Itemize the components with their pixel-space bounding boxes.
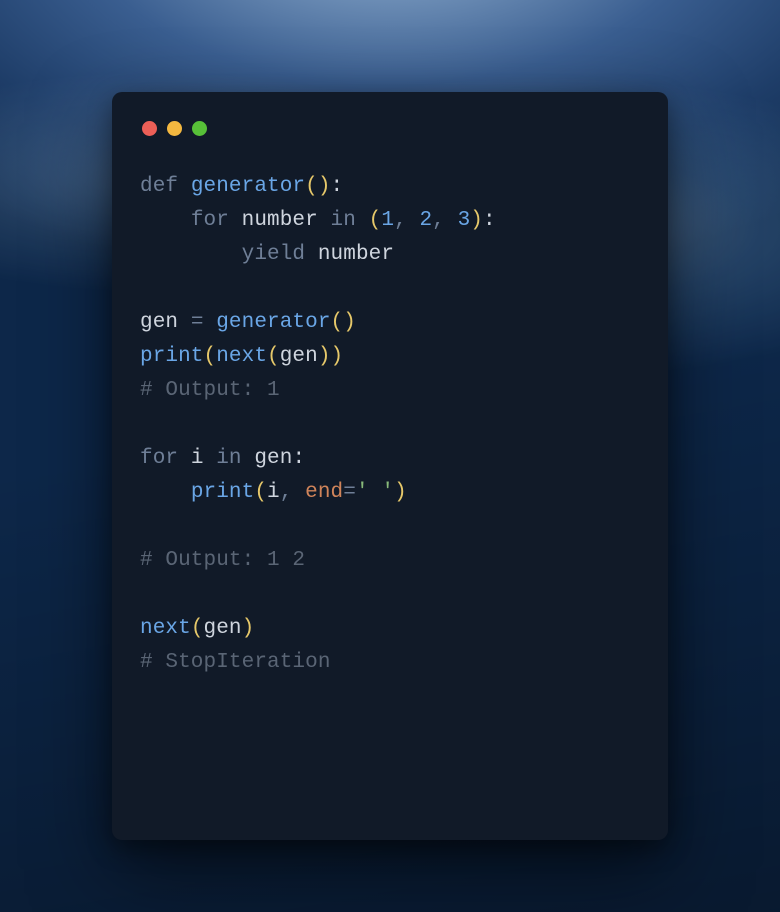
comment: # StopIteration — [140, 651, 331, 674]
operator-assign: = — [343, 481, 356, 504]
function-name: generator — [191, 175, 305, 198]
comment: # Output: 1 2 — [140, 549, 305, 572]
paren-open: ( — [191, 617, 204, 640]
identifier: i — [267, 481, 280, 504]
identifier: i — [191, 447, 204, 470]
identifier: number — [242, 209, 318, 232]
identifier: gen — [280, 345, 318, 368]
indent — [140, 481, 191, 504]
paren-close: ) — [394, 481, 407, 504]
number-literal: 1 — [381, 209, 394, 232]
colon: : — [331, 175, 344, 198]
code-block: def generator(): for number in (1, 2, 3)… — [140, 170, 640, 680]
paren-close: ) — [470, 209, 483, 232]
comma: , — [432, 209, 457, 232]
number-literal: 3 — [458, 209, 471, 232]
indent — [140, 209, 191, 232]
paren-close: ) — [343, 311, 356, 334]
kwarg-name: end — [305, 481, 343, 504]
paren-close: ) — [318, 345, 331, 368]
paren-open: ( — [331, 311, 344, 334]
identifier: gen — [204, 617, 242, 640]
paren-close: ) — [242, 617, 255, 640]
function-call: print — [191, 481, 255, 504]
paren-open: ( — [254, 481, 267, 504]
keyword-for: for — [191, 209, 242, 232]
identifier: number — [318, 243, 394, 266]
space — [204, 311, 217, 334]
comma: , — [280, 481, 305, 504]
identifier: gen — [140, 311, 178, 334]
function-call: generator — [216, 311, 330, 334]
code-window: def generator(): for number in (1, 2, 3)… — [112, 92, 668, 840]
window-titlebar — [142, 120, 640, 136]
function-call: next — [140, 617, 191, 640]
function-call: next — [216, 345, 267, 368]
paren-open: ( — [369, 209, 382, 232]
operator-assign: = — [191, 311, 204, 334]
keyword-in: in — [204, 447, 255, 470]
keyword-for: for — [140, 447, 191, 470]
function-call: print — [140, 345, 204, 368]
colon: : — [483, 209, 496, 232]
indent — [140, 243, 242, 266]
keyword-in: in — [318, 209, 369, 232]
keyword-def: def — [140, 175, 191, 198]
comma: , — [394, 209, 419, 232]
paren-open: ( — [267, 345, 280, 368]
close-icon[interactable] — [142, 121, 157, 136]
paren-open: ( — [204, 345, 217, 368]
space — [178, 311, 191, 334]
comment: # Output: 1 — [140, 379, 280, 402]
number-literal: 2 — [419, 209, 432, 232]
minimize-icon[interactable] — [167, 121, 182, 136]
string-literal: ' ' — [356, 481, 394, 504]
identifier: gen — [254, 447, 292, 470]
paren-close: ) — [318, 175, 331, 198]
colon: : — [292, 447, 305, 470]
maximize-icon[interactable] — [192, 121, 207, 136]
keyword-yield: yield — [242, 243, 318, 266]
paren-close: ) — [331, 345, 344, 368]
paren-open: ( — [305, 175, 318, 198]
